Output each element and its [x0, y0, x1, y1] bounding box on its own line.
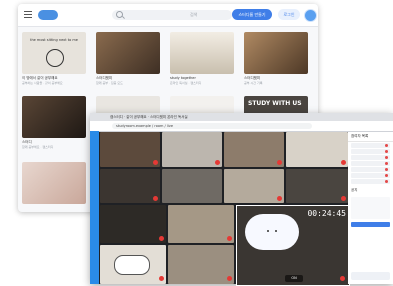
participant-video[interactable]	[168, 205, 234, 243]
participant-video[interactable]	[162, 169, 222, 203]
participant-video[interactable]	[100, 169, 160, 203]
room-thumbnail	[244, 32, 308, 74]
participant-video[interactable]	[100, 245, 166, 284]
live-room-window: 캠스터디 · 같이 공부해요 · 스터디윗미 온라인 독서실 studyroom…	[90, 113, 393, 286]
chat-message-area	[351, 197, 390, 219]
video-grid: 00:24:45 ON	[100, 132, 350, 286]
hamburger-menu-icon[interactable]	[24, 11, 32, 18]
chat-input[interactable]	[351, 272, 390, 280]
featured-participant-video[interactable]: 00:24:45 ON	[236, 205, 350, 286]
live-indicator-icon	[159, 236, 164, 241]
cloud-sticker-icon	[245, 214, 299, 250]
avatar[interactable]	[304, 9, 317, 22]
search-placeholder: 검색	[190, 12, 198, 17]
notice-label: 공지	[351, 188, 358, 192]
live-indicator-icon	[215, 160, 220, 165]
room-card[interactable]: the most sitting next to me 이 방에서 같이 공부해…	[22, 32, 86, 85]
room-meta: 공부하는 사람들 · 같이 공부해요	[22, 81, 63, 85]
participant-video[interactable]	[224, 169, 284, 203]
room-card[interactable]	[22, 162, 86, 204]
live-indicator-icon	[341, 160, 346, 165]
participant-row[interactable]	[351, 143, 390, 148]
status-dot-icon	[385, 156, 388, 159]
participant-video[interactable]	[286, 132, 348, 167]
status-dot-icon	[385, 174, 388, 177]
participant-video[interactable]	[168, 245, 234, 284]
participant-row[interactable]	[351, 167, 390, 172]
thumbnail-caption: STUDY WITH US	[248, 100, 302, 107]
live-indicator-icon	[341, 196, 346, 201]
room-sidebar	[90, 131, 99, 284]
room-meta: 공부 시간 기록	[244, 81, 263, 85]
room-meta: 함께 공부 · 집중 모드	[96, 81, 123, 85]
room-thumbnail	[96, 32, 160, 74]
participant-row[interactable]	[351, 155, 390, 160]
status-dot-icon	[385, 150, 388, 153]
app-logo[interactable]	[38, 10, 58, 20]
participant-row[interactable]	[351, 161, 390, 166]
participant-video[interactable]	[162, 132, 222, 167]
room-card[interactable]: 스터디윗미 함께 공부 · 집중 모드	[96, 32, 160, 85]
browser-tab-title[interactable]: 캠스터디 · 같이 공부해요 · 스터디윗미 온라인 독서실	[110, 113, 188, 121]
live-indicator-icon	[159, 276, 164, 281]
cloud-sticker-icon	[114, 255, 150, 275]
status-dot-icon	[385, 144, 388, 147]
chat-panel-title: 참여자 목록	[348, 132, 393, 142]
participant-row[interactable]	[351, 173, 390, 178]
chat-highlight-bar	[351, 222, 390, 227]
participant-video[interactable]	[224, 132, 284, 167]
participant-video[interactable]	[286, 169, 348, 203]
live-indicator-icon	[340, 276, 345, 281]
search-input[interactable]	[112, 10, 232, 20]
status-badge: ON	[285, 275, 303, 282]
status-dot-icon	[385, 180, 388, 183]
login-button[interactable]: 로그인	[278, 9, 300, 20]
browser-tab-bar: 캠스터디 · 같이 공부해요 · 스터디윗미 온라인 독서실	[90, 113, 393, 121]
participant-row[interactable]	[351, 149, 390, 154]
search-icon	[116, 11, 123, 18]
participant-video[interactable]	[100, 205, 166, 243]
status-dot-icon	[385, 168, 388, 171]
thumbnail-caption: the most sitting next to me	[30, 38, 78, 42]
address-bar: studyroom.example / room / live	[90, 121, 393, 132]
room-meta: 함께 공부해요 · 캠스터디	[22, 145, 54, 149]
room-thumbnail	[22, 162, 86, 204]
live-indicator-icon	[277, 160, 282, 165]
live-indicator-icon	[227, 236, 232, 241]
room-card[interactable]: study together 온라인 독서실 · 캠스터디	[170, 32, 234, 85]
study-timer: 00:24:45	[307, 209, 346, 218]
room-thumbnail	[22, 96, 86, 138]
live-indicator-icon	[227, 276, 232, 281]
status-dot-icon	[385, 162, 388, 165]
illustration-face-icon	[46, 49, 64, 67]
live-indicator-icon	[277, 196, 282, 201]
chat-panel: 참여자 목록 공지	[348, 132, 393, 284]
live-indicator-icon	[153, 196, 158, 201]
platform-header: 검색 스터디룸 만들기 로그인	[18, 4, 318, 27]
room-thumbnail: the most sitting next to me	[22, 32, 86, 74]
create-room-button[interactable]: 스터디룸 만들기	[232, 9, 272, 20]
room-meta: 온라인 독서실 · 캠스터디	[170, 81, 202, 85]
live-indicator-icon	[153, 160, 158, 165]
room-card[interactable]: 스터디윗미 공부 시간 기록	[244, 32, 308, 85]
url-text: studyroom.example / room / live	[116, 124, 173, 128]
participant-video[interactable]	[100, 132, 160, 167]
participant-row[interactable]	[351, 179, 390, 184]
room-card[interactable]: 스터디 함께 공부해요 · 캠스터디	[22, 96, 86, 149]
room-thumbnail	[170, 32, 234, 74]
